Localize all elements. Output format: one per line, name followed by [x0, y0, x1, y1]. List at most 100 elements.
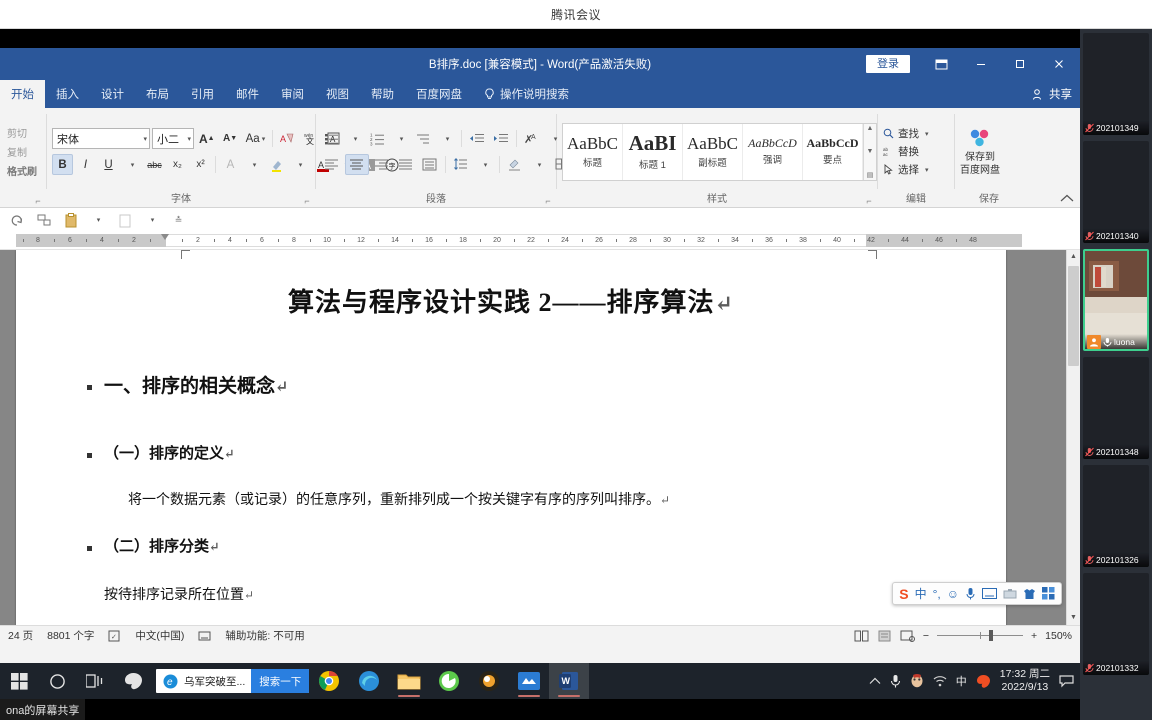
text-effects-dropdown-icon[interactable]: ▾: [243, 154, 264, 175]
tab-start[interactable]: 开始: [0, 80, 45, 108]
ime-voice-icon[interactable]: [965, 587, 976, 600]
tab-design[interactable]: 设计: [90, 80, 135, 108]
subscript-button[interactable]: x₂: [167, 154, 188, 175]
tray-ime-language[interactable]: 中: [956, 673, 967, 689]
decrease-indent-icon[interactable]: [466, 128, 488, 149]
select-button[interactable]: 选择 ▾: [883, 162, 929, 177]
sign-in-button[interactable]: 登录: [866, 54, 910, 74]
360-browser-taskbar-icon[interactable]: [429, 663, 469, 699]
taskbar-clock[interactable]: 17:32 周二 2022/9/13: [1000, 668, 1050, 694]
bold-button[interactable]: B: [52, 154, 73, 175]
maximize-button[interactable]: [1000, 48, 1039, 80]
tencent-meeting-taskbar-icon[interactable]: [509, 663, 549, 699]
edge-taskbar-icon[interactable]: [349, 663, 389, 699]
tray-network-icon[interactable]: [933, 675, 947, 687]
tab-mailings[interactable]: 邮件: [225, 80, 270, 108]
shading-icon[interactable]: [504, 154, 526, 175]
replace-button[interactable]: ab ac 替换: [883, 144, 929, 159]
tray-qq-icon[interactable]: [910, 674, 924, 688]
justify-icon[interactable]: [395, 154, 417, 175]
sogou-logo-icon[interactable]: S: [899, 586, 908, 602]
copy-button[interactable]: 复制: [7, 144, 37, 159]
collapse-ribbon-icon[interactable]: [1060, 194, 1074, 203]
horizontal-ruler[interactable]: 8 6 4 2 2 4 6 8 10 12 14 16 18 20 22 24: [0, 232, 1080, 250]
file-explorer-taskbar-icon[interactable]: [389, 663, 429, 699]
document-canvas[interactable]: 算法与程序设计实践 2——排序算法↵ 一、排序的相关概念↵ （一）排序的定义↵ …: [0, 250, 1080, 625]
tab-layout[interactable]: 布局: [135, 80, 180, 108]
sogou-taskbar-icon[interactable]: [114, 663, 152, 699]
accessibility-status[interactable]: 辅助功能: 不可用: [225, 628, 304, 643]
format-painter-button[interactable]: 格式刷: [7, 163, 37, 178]
participant-tile[interactable]: 202101326: [1083, 465, 1149, 567]
participant-rail[interactable]: 202101349 202101340 luona 202101348 2021…: [1080, 29, 1152, 720]
chevron-down-icon[interactable]: ▾: [923, 130, 929, 138]
bullets-icon[interactable]: [321, 128, 342, 149]
scroll-down-icon[interactable]: ▼: [864, 148, 876, 155]
clear-formatting-icon[interactable]: A: [277, 128, 298, 149]
app-taskbar-icon[interactable]: [469, 663, 509, 699]
underline-button[interactable]: U: [98, 154, 119, 175]
style-gallery-scrollbar[interactable]: ▲ ▼ ▤: [863, 123, 876, 180]
strikethrough-button[interactable]: abc: [144, 154, 165, 175]
participant-tile[interactable]: 202101348: [1083, 357, 1149, 459]
word-taskbar-icon[interactable]: W: [549, 663, 590, 699]
styles-dialog-launcher-icon[interactable]: ⌐: [864, 196, 874, 206]
align-right-icon[interactable]: [371, 154, 393, 175]
align-left-icon[interactable]: [321, 154, 343, 175]
search-query-text[interactable]: 乌军突破至...: [178, 674, 251, 689]
participant-tile-active-speaker[interactable]: luona: [1083, 249, 1149, 351]
proofing-icon[interactable]: ✓: [108, 630, 121, 642]
close-button[interactable]: [1039, 48, 1078, 80]
tab-references[interactable]: 引用: [180, 80, 225, 108]
ime-punctuation-icon[interactable]: °,: [933, 587, 941, 601]
ime-keyboard-icon[interactable]: [982, 588, 997, 599]
search-submit-button[interactable]: 搜索一下: [251, 669, 310, 693]
font-dialog-launcher-icon[interactable]: ⌐: [302, 196, 312, 206]
clipboard-dialog-launcher-icon[interactable]: ⌐: [33, 196, 43, 206]
ruler-track[interactable]: 8 6 4 2 2 4 6 8 10 12 14 16 18 20 22 24: [16, 234, 1022, 247]
save-to-baidu-netdisk-button[interactable]: 保存到 百度网盘: [960, 127, 1000, 176]
taskbar-search-box[interactable]: e 乌军突破至... 搜索一下: [156, 669, 310, 693]
minimize-button[interactable]: [961, 48, 1000, 80]
font-size-combobox[interactable]: 小二 ▾: [152, 128, 194, 149]
ribbon-display-options-icon[interactable]: [922, 48, 961, 80]
action-center-icon[interactable]: [1059, 674, 1074, 688]
numbering-icon[interactable]: 123: [367, 128, 388, 149]
zoom-slider-knob[interactable]: [989, 630, 993, 641]
participant-tile[interactable]: 202101332: [1083, 573, 1149, 675]
shading-dropdown-icon[interactable]: ▾: [528, 154, 549, 175]
paste-icon[interactable]: [60, 210, 81, 231]
paste-dropdown-icon[interactable]: ▾: [87, 210, 108, 231]
document-page[interactable]: 算法与程序设计实践 2——排序算法↵ 一、排序的相关概念↵ （一）排序的定义↵ …: [16, 250, 1006, 625]
tray-microphone-icon[interactable]: [890, 674, 901, 689]
ime-skin-icon[interactable]: [1023, 588, 1036, 600]
copy-qat-icon[interactable]: [114, 210, 135, 231]
chevron-down-icon[interactable]: ▾: [923, 166, 929, 174]
style-item-title[interactable]: AaBbC 标题: [563, 123, 623, 180]
tray-expand-icon[interactable]: [869, 677, 881, 686]
print-layout-icon[interactable]: [877, 630, 892, 642]
italic-button[interactable]: I: [75, 154, 96, 175]
first-line-indent-marker[interactable]: [161, 234, 170, 247]
ime-language-toggle[interactable]: 中: [915, 585, 927, 602]
scroll-up-icon[interactable]: ▲: [864, 125, 876, 132]
chrome-taskbar-icon[interactable]: [309, 663, 349, 699]
page-content[interactable]: 算法与程序设计实践 2——排序算法↵ 一、排序的相关概念↵ （一）排序的定义↵ …: [16, 250, 1006, 604]
style-gallery[interactable]: AaBbC 标题 AaBI 标题 1 AaBbC 副标题 AaBbCcD 强调 …: [562, 122, 877, 181]
underline-dropdown-icon[interactable]: ▾: [121, 154, 142, 175]
font-name-combobox[interactable]: 宋体 ▾: [52, 128, 150, 149]
increase-font-size-icon[interactable]: A ▲: [196, 128, 218, 149]
tab-baidu-netdisk[interactable]: 百度网盘: [405, 80, 473, 108]
paragraph-dialog-launcher-icon[interactable]: ⌐: [543, 196, 553, 206]
tab-review[interactable]: 审阅: [270, 80, 315, 108]
web-layout-icon[interactable]: [900, 630, 915, 642]
scrollbar-thumb[interactable]: [1068, 266, 1079, 366]
align-center-icon[interactable]: [345, 154, 369, 175]
zoom-slider[interactable]: [937, 630, 1023, 641]
tray-sogou-icon[interactable]: [976, 674, 991, 689]
line-spacing-icon[interactable]: [450, 154, 472, 175]
tab-insert[interactable]: 插入: [45, 80, 90, 108]
style-item-heading1[interactable]: AaBI 标题 1: [623, 123, 683, 180]
line-spacing-dropdown-icon[interactable]: ▾: [474, 154, 495, 175]
ime-toolbar[interactable]: S 中 °, ☺: [892, 582, 1062, 605]
